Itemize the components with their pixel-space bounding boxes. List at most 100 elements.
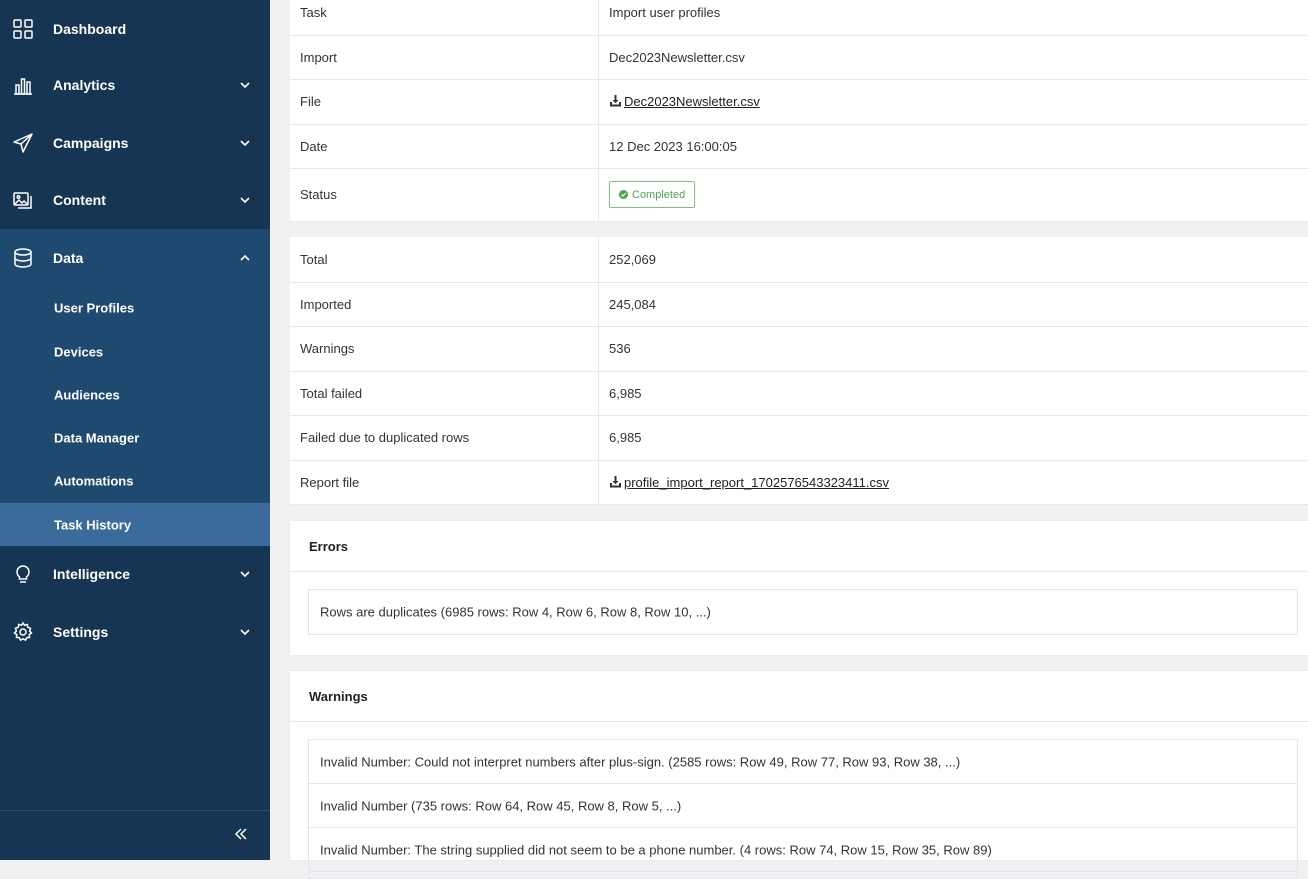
table-row: Warnings536 — [290, 326, 1308, 371]
warning-item: Invalid Number: Could not interpret numb… — [309, 740, 1297, 784]
row-key: Import — [290, 35, 599, 79]
nav-item-label: Campaigns — [53, 135, 128, 151]
panel-title: Warnings — [309, 689, 368, 704]
sub-item-data-manager[interactable]: Data Manager — [0, 416, 270, 459]
nav-item-settings[interactable]: Settings — [0, 603, 270, 660]
row-key: Warnings — [290, 326, 599, 371]
chevron-down-icon — [238, 193, 252, 207]
nav-item-label: Content — [53, 192, 106, 208]
chevron-up-icon — [238, 251, 252, 265]
errors-panel: Errors Rows are duplicates (6985 rows: R… — [290, 521, 1308, 655]
errors-panel-header: Errors — [290, 521, 1308, 572]
table-row: StatusCompleted — [290, 168, 1308, 221]
lightbulb-icon — [12, 563, 34, 585]
error-text: Rows are duplicates (6985 rows: Row 4, R… — [320, 605, 711, 620]
database-icon — [12, 247, 34, 269]
nav-item-label: Dashboard — [53, 21, 126, 37]
warning-text: Invalid Number (735 rows: Row 64, Row 45… — [320, 798, 681, 813]
row-value: 245,084 — [599, 282, 1308, 326]
warning-item: Invalid Number (735 rows: Row 64, Row 45… — [309, 784, 1297, 828]
row-key: Report file — [290, 460, 599, 504]
row-value: 12 Dec 2023 16:00:05 — [599, 124, 1308, 168]
images-icon — [12, 189, 34, 211]
chevron-down-icon — [238, 136, 252, 150]
import-stats-table: Total252,069 Imported245,084 Warnings536… — [290, 237, 1308, 505]
bar-chart-icon — [12, 74, 34, 96]
panel-title: Errors — [309, 539, 348, 554]
table-row: Total252,069 — [290, 237, 1308, 282]
chevron-down-icon — [238, 625, 252, 639]
check-circle-icon — [619, 190, 628, 199]
row-value: 252,069 — [599, 237, 1308, 282]
sub-item-label: Automations — [54, 473, 133, 488]
nav-item-content[interactable]: Content — [0, 171, 270, 228]
row-value: profile_import_report_1702576543323411.c… — [599, 460, 1308, 504]
report-link-label: profile_import_report_1702576543323411.c… — [624, 475, 889, 490]
chevron-down-icon — [238, 78, 252, 92]
sidebar-footer — [0, 810, 270, 861]
nav-item-data[interactable]: Data — [0, 229, 270, 286]
gear-icon — [12, 621, 34, 643]
table-row: Date12 Dec 2023 16:00:05 — [290, 124, 1308, 168]
row-key: File — [290, 79, 599, 124]
nav-item-label: Analytics — [53, 77, 115, 93]
sub-item-label: User Profiles — [54, 300, 134, 315]
warnings-panel: Warnings Invalid Number: Could not inter… — [290, 671, 1308, 860]
sub-item-label: Data Manager — [54, 430, 139, 445]
data-nav-group: Data User Profiles Devices Audiences Dat… — [0, 229, 270, 546]
download-icon — [609, 94, 622, 107]
warnings-list: Invalid Number: Could not interpret numb… — [308, 739, 1298, 879]
row-value: Dec2023Newsletter.csv — [599, 79, 1308, 124]
error-item: Rows are duplicates (6985 rows: Row 4, R… — [309, 590, 1297, 634]
task-details-table: TaskImport user profiles ImportDec2023Ne… — [290, 0, 1308, 222]
table-row: Report file profile_import_report_1702576… — [290, 460, 1308, 504]
table-row: ImportDec2023Newsletter.csv — [290, 35, 1308, 79]
sub-item-label: Devices — [54, 344, 103, 359]
row-key: Date — [290, 124, 599, 168]
table-row: Failed due to duplicated rows6,985 — [290, 415, 1308, 460]
row-value: 6,985 — [599, 415, 1308, 460]
collapse-sidebar-icon[interactable] — [232, 825, 250, 843]
warning-text: Invalid Number: Could not interpret numb… — [320, 754, 960, 769]
table-row: File Dec2023Newsletter.csv — [290, 79, 1308, 124]
row-value: 536 — [599, 326, 1308, 371]
nav-item-campaigns[interactable]: Campaigns — [0, 114, 270, 171]
table-row: Imported245,084 — [290, 282, 1308, 326]
nav-item-label: Settings — [53, 624, 108, 640]
paper-plane-icon — [12, 132, 34, 154]
sub-item-label: Task History — [54, 517, 131, 532]
row-key: Total — [290, 237, 599, 282]
grid-icon — [12, 18, 34, 40]
row-value: 6,985 — [599, 371, 1308, 415]
nav-item-analytics[interactable]: Analytics — [0, 56, 270, 113]
row-key: Failed due to duplicated rows — [290, 415, 599, 460]
file-link-label: Dec2023Newsletter.csv — [624, 94, 760, 109]
nav-item-dashboard[interactable]: Dashboard — [0, 0, 270, 57]
errors-list: Rows are duplicates (6985 rows: Row 4, R… — [308, 589, 1298, 635]
row-value: Dec2023Newsletter.csv — [599, 35, 1308, 79]
chevron-down-icon — [238, 567, 252, 581]
sub-item-audiences[interactable]: Audiences — [0, 373, 270, 416]
sub-item-user-profiles[interactable]: User Profiles — [0, 286, 270, 329]
sidebar: Dashboard Analytics Campaigns Content Da… — [0, 0, 270, 860]
sub-item-task-history[interactable]: Task History — [0, 503, 270, 546]
nav-item-intelligence[interactable]: Intelligence — [0, 545, 270, 602]
warning-text: Invalid Number: The string supplied did … — [320, 842, 992, 857]
warning-item: Invalid Number: The string supplied did … — [309, 828, 1297, 872]
sub-item-label: Audiences — [54, 387, 120, 402]
table-row: Total failed6,985 — [290, 371, 1308, 415]
row-key: Task — [290, 0, 599, 35]
row-key: Imported — [290, 282, 599, 326]
download-icon — [609, 475, 622, 488]
sub-item-devices[interactable]: Devices — [0, 330, 270, 373]
report-file-link[interactable]: profile_import_report_1702576543323411.c… — [609, 475, 889, 490]
row-value: Completed — [599, 168, 1308, 221]
table-row: TaskImport user profiles — [290, 0, 1308, 35]
row-key: Status — [290, 168, 599, 221]
sub-item-automations[interactable]: Automations — [0, 459, 270, 502]
row-value: Import user profiles — [599, 0, 1308, 35]
nav-item-label: Data — [53, 250, 83, 266]
warnings-panel-header: Warnings — [290, 671, 1308, 722]
file-download-link[interactable]: Dec2023Newsletter.csv — [609, 94, 760, 109]
nav-item-label: Intelligence — [53, 566, 130, 582]
